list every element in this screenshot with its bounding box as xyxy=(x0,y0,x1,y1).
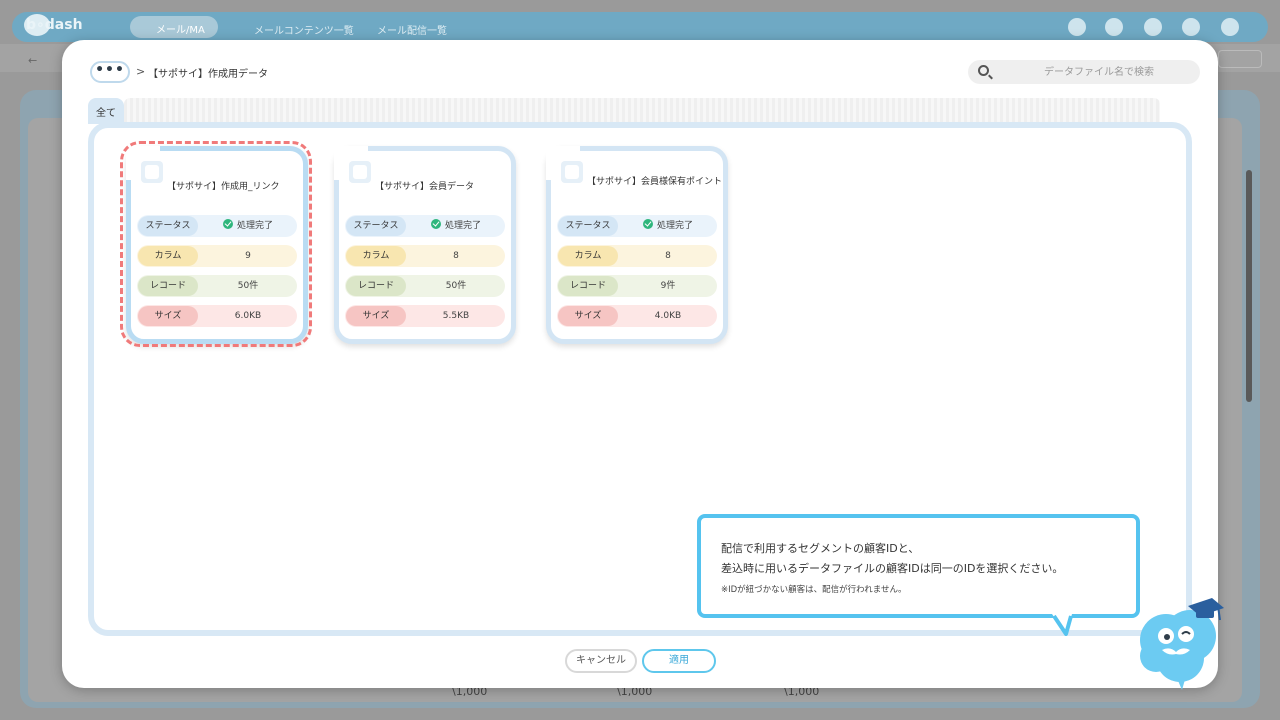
bell-icon[interactable] xyxy=(1068,18,1086,36)
column-value: 8 xyxy=(665,251,671,261)
status-label: ステータス xyxy=(346,216,406,236)
breadcrumb-current: 【サポサイ】作成用データ xyxy=(148,69,268,80)
app-logo[interactable]: b∘dash xyxy=(26,17,83,33)
column-label: カラム xyxy=(558,246,618,266)
cancel-button[interactable]: キャンセル xyxy=(565,649,637,673)
mascot-icon[interactable] xyxy=(1182,18,1200,36)
status-text: 処理完了 xyxy=(444,221,481,231)
file-icon xyxy=(561,161,583,183)
search-input[interactable] xyxy=(1004,63,1194,81)
column-row: カラム 8 xyxy=(557,245,717,267)
record-row: レコード 9件 xyxy=(557,275,717,297)
file-icon xyxy=(349,161,371,183)
status-value: 処理完了 xyxy=(619,215,717,237)
size-label: サイズ xyxy=(346,306,406,326)
data-file-select-modal: ••• > 【サポサイ】作成用データ 全て 【サポサイ】作成用_リンク ステータ… xyxy=(62,40,1218,688)
bubble-tail xyxy=(1052,614,1073,636)
column-row: カラム 8 xyxy=(345,245,505,267)
back-arrow-icon[interactable]: ← xyxy=(28,54,37,67)
breadcrumb-separator: > xyxy=(136,65,146,78)
record-label: レコード xyxy=(558,276,618,296)
app-nav-mail-delivery[interactable]: メール配信一覧 xyxy=(377,22,447,37)
logout-icon[interactable] xyxy=(1221,18,1239,36)
app-chip[interactable] xyxy=(1218,50,1262,68)
size-label: サイズ xyxy=(558,306,618,326)
status-text: 処理完了 xyxy=(656,221,693,231)
wrench-icon[interactable] xyxy=(1105,18,1123,36)
selection-highlight xyxy=(120,141,312,347)
record-value: 50件 xyxy=(445,281,467,291)
size-row: サイズ 4.0KB xyxy=(557,305,717,327)
column-value: 8 xyxy=(453,251,459,261)
tip-line-2: 差込時に用いるデータファイルの顧客IDは同一のIDを選択ください。 xyxy=(721,562,1064,575)
app-scroll-thumb[interactable] xyxy=(1246,170,1252,402)
status-value: 処理完了 xyxy=(407,215,505,237)
tab-strip xyxy=(124,98,1160,122)
record-value: 9件 xyxy=(660,281,676,291)
column-label: カラム xyxy=(346,246,406,266)
tip-line-1: 配信で利用するセグメントの顧客IDと、 xyxy=(721,542,920,555)
check-icon xyxy=(642,219,653,229)
app-tab-mail-ma[interactable]: メール/MA xyxy=(130,16,218,38)
size-row: サイズ 5.5KB xyxy=(345,305,505,327)
tab-all[interactable]: 全て xyxy=(88,98,124,124)
grid-icon[interactable] xyxy=(1144,18,1162,36)
mascot-icon xyxy=(1140,598,1224,690)
record-row: レコード 50件 xyxy=(345,275,505,297)
search-box xyxy=(968,60,1200,84)
status-row: ステータス 処理完了 xyxy=(557,215,717,237)
size-value: 4.0KB xyxy=(654,311,682,321)
card-title: 【サポサイ】会員データ xyxy=(375,182,475,192)
breadcrumb-more-button[interactable]: ••• xyxy=(90,61,130,83)
tip-bubble: 配信で利用するセグメントの顧客IDと、 差込時に用いるデータファイルの顧客IDは… xyxy=(697,514,1140,618)
record-label: レコード xyxy=(346,276,406,296)
tip-note: ※IDが紐づかない顧客は、配信が行われません。 xyxy=(721,585,907,595)
search-icon xyxy=(978,65,989,76)
status-label: ステータス xyxy=(558,216,618,236)
data-file-card[interactable]: 【サポサイ】会員データ ステータス 処理完了 カラム 8 レコード 50件 サイズ 5.… xyxy=(334,146,516,344)
app-nav-mail-contents[interactable]: メールコンテンツ一覧 xyxy=(254,22,354,37)
apply-button[interactable]: 適用 xyxy=(642,649,716,673)
card-title: 【サポサイ】会員様保有ポイント xyxy=(587,177,723,187)
check-icon xyxy=(430,219,441,229)
data-file-card[interactable]: 【サポサイ】会員様保有ポイント ステータス 処理完了 カラム 8 レコード 9件 サイ… xyxy=(546,146,728,344)
size-value: 5.5KB xyxy=(442,311,470,321)
status-row: ステータス 処理完了 xyxy=(345,215,505,237)
